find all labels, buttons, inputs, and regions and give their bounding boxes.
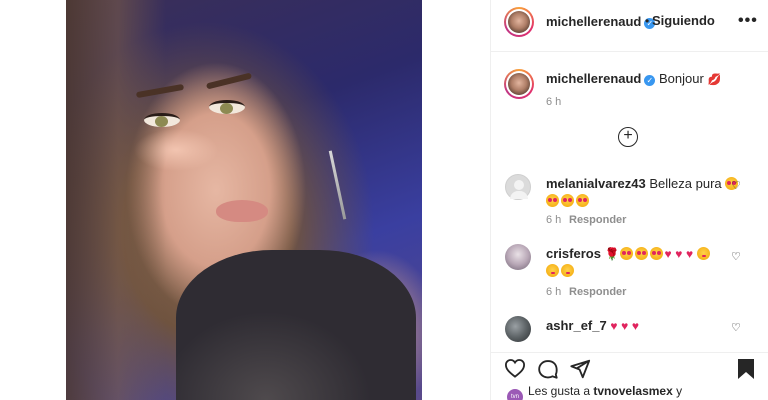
kiss-lips-icon: 💋 bbox=[707, 74, 722, 86]
like-heart-icon[interactable] bbox=[504, 358, 526, 378]
save-bookmark-icon[interactable] bbox=[736, 358, 756, 380]
author-username[interactable]: michellerenaud ✓ bbox=[546, 14, 656, 29]
comment-icon[interactable] bbox=[537, 358, 559, 380]
caption-text: Bonjour bbox=[659, 71, 704, 86]
star-struck-emoji-icon bbox=[576, 194, 589, 207]
caption: michellerenaud ✓ Bonjour 💋 bbox=[546, 71, 721, 86]
caption-username[interactable]: michellerenaud bbox=[546, 71, 641, 86]
red-heart-emoji-icon: ♥ bbox=[610, 319, 618, 333]
commenter-avatar[interactable] bbox=[505, 244, 531, 270]
caption-author-avatar[interactable] bbox=[504, 69, 534, 99]
like-comment-heart-icon[interactable]: ♡ bbox=[731, 250, 741, 263]
red-heart-emoji-icon: ♥ bbox=[675, 247, 683, 261]
comment-emoji-line bbox=[546, 263, 576, 278]
star-struck-emoji-icon bbox=[634, 247, 648, 260]
liker-avatar[interactable]: tvn bbox=[507, 389, 523, 400]
commenter-avatar[interactable] bbox=[505, 316, 531, 342]
wink-emoji-icon bbox=[546, 264, 559, 277]
load-more-comments-icon[interactable]: + bbox=[618, 127, 638, 147]
comment-line: crisferos 🌹 ♥ ♥ ♥ bbox=[546, 246, 712, 261]
more-options-icon[interactable]: ••• bbox=[738, 12, 758, 30]
post-photo[interactable] bbox=[66, 0, 422, 400]
comment-text: Belleza pura bbox=[649, 176, 722, 191]
author-avatar[interactable] bbox=[504, 7, 534, 37]
share-send-icon[interactable] bbox=[569, 358, 591, 380]
follow-separator: • bbox=[645, 14, 650, 28]
red-heart-emoji-icon: ♥ bbox=[664, 247, 672, 261]
earring bbox=[328, 150, 347, 220]
star-struck-emoji-icon bbox=[561, 194, 574, 207]
likes-prefix: Les gusta a bbox=[528, 384, 591, 398]
post-side-panel: michellerenaud ✓ • Siguiendo ••• michelle… bbox=[490, 0, 768, 400]
likes-suffix: y bbox=[676, 384, 683, 398]
verified-badge-icon: ✓ bbox=[644, 75, 656, 86]
hair-shading bbox=[66, 0, 166, 400]
post-header: michellerenaud ✓ • Siguiendo ••• bbox=[491, 0, 768, 52]
rose-emoji-icon: 🌹 bbox=[604, 247, 620, 261]
star-struck-emoji-icon bbox=[546, 194, 559, 207]
like-comment-heart-icon[interactable]: ♡ bbox=[731, 179, 741, 192]
commenter-avatar[interactable] bbox=[505, 174, 531, 200]
red-heart-emoji-icon: ♥ bbox=[631, 319, 639, 333]
comment-timestamp[interactable]: 6 h bbox=[546, 286, 561, 298]
right-eye bbox=[209, 100, 245, 114]
following-button[interactable]: Siguiendo bbox=[652, 13, 715, 28]
comment-username[interactable]: crisferos bbox=[546, 246, 601, 261]
wink-emoji-icon bbox=[561, 264, 574, 277]
lips bbox=[216, 200, 268, 222]
star-struck-emoji-icon bbox=[649, 247, 663, 260]
comment-username[interactable]: melanialvarez43 bbox=[546, 176, 646, 191]
comment-line: melanialvarez43 Belleza pura bbox=[546, 176, 740, 191]
like-comment-heart-icon[interactable]: ♡ bbox=[731, 321, 741, 334]
comment-username[interactable]: ashr_ef_7 bbox=[546, 318, 607, 333]
comment-timestamp[interactable]: 6 h bbox=[546, 214, 561, 226]
reply-button[interactable]: Responder bbox=[569, 214, 626, 226]
left-eye bbox=[144, 113, 180, 127]
wink-emoji-icon bbox=[696, 247, 710, 260]
top-garment bbox=[176, 250, 416, 400]
liker-username[interactable]: tvnovelasmex bbox=[593, 384, 672, 398]
red-heart-emoji-icon: ♥ bbox=[621, 319, 629, 333]
reply-button[interactable]: Responder bbox=[569, 286, 626, 298]
comment-emoji-line bbox=[546, 193, 591, 208]
star-struck-emoji-icon bbox=[619, 247, 633, 260]
red-heart-emoji-icon: ♥ bbox=[686, 247, 694, 261]
comment-line: ashr_ef_7 ♥ ♥ ♥ bbox=[546, 318, 639, 333]
likes-summary: tvn Les gusta a tvnovelasmex y bbox=[507, 384, 682, 400]
author-username-text[interactable]: michellerenaud bbox=[546, 14, 641, 29]
right-eyebrow bbox=[205, 72, 253, 90]
caption-timestamp[interactable]: 6 h bbox=[546, 96, 561, 108]
